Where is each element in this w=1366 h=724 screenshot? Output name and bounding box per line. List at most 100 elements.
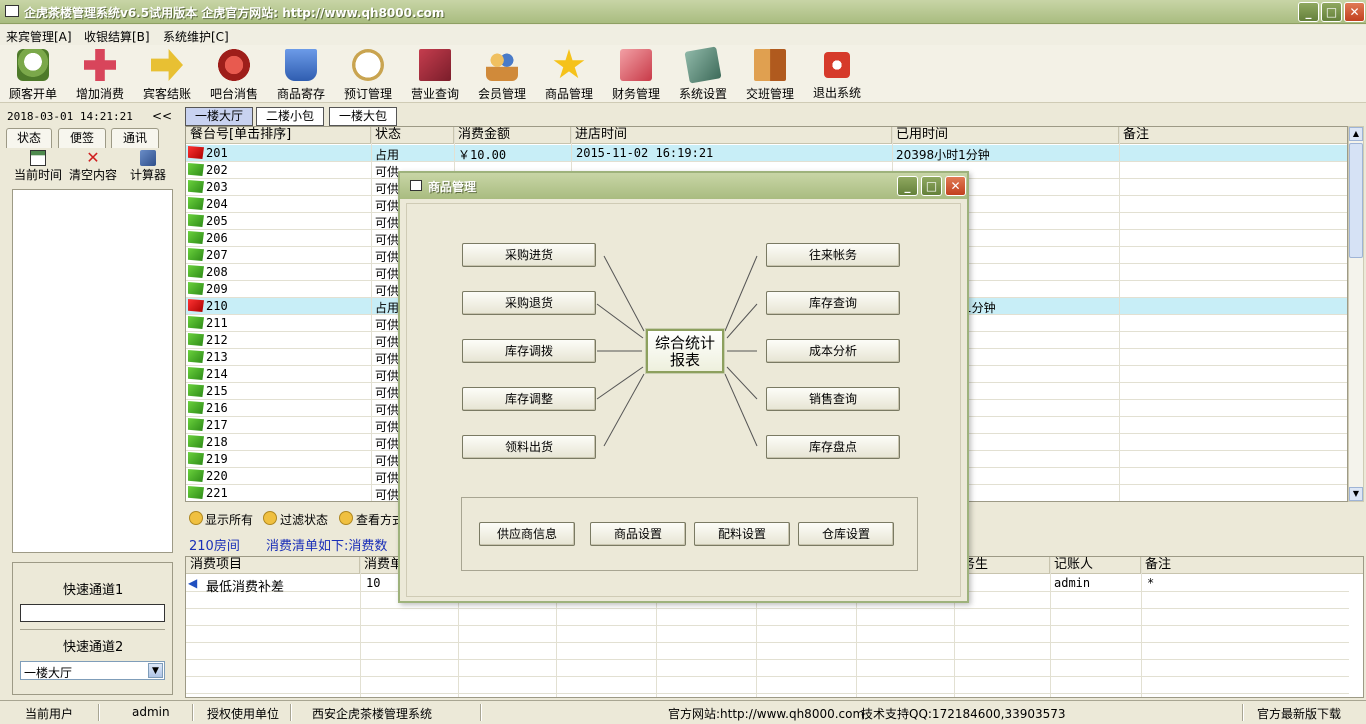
close-button[interactable]: ✕ — [1344, 2, 1365, 22]
table-status: 可供 — [375, 233, 400, 247]
arrow-icon — [151, 49, 183, 81]
window-titlebar[interactable]: 企虎茶楼管理系统v6.5试用版本 企虎官方网站: http://www.qh80… — [0, 0, 1366, 24]
table-status: 可供 — [375, 454, 400, 468]
column-divider — [1119, 127, 1120, 501]
minimize-button[interactable]: _ — [1298, 2, 1319, 22]
filter-icon — [263, 511, 277, 525]
toolbar-add-consumption[interactable]: 增加消费 — [69, 47, 131, 101]
toolbar-reservation[interactable]: 预订管理 — [337, 47, 399, 101]
stock-count-button[interactable]: 库存盘点 — [766, 435, 900, 459]
website-text[interactable]: 官方网站:http://www.qh8000.com — [668, 705, 864, 722]
dialog-maximize-button[interactable]: □ — [921, 176, 942, 196]
table-number: 205 — [206, 214, 228, 228]
quick2-select[interactable]: 一楼大厅 ▼ — [20, 661, 165, 680]
col-status[interactable]: 状态 — [371, 127, 454, 144]
stock-query-button[interactable]: 库存查询 — [766, 291, 900, 315]
tab-floor2-small[interactable]: 二楼小包 — [256, 107, 324, 126]
divider — [480, 704, 482, 721]
table-row[interactable]: 201 占用 ￥10.00 2015-11-02 16:19:21 20398小时1分钟 — [186, 145, 1347, 162]
grid-scrollbar[interactable]: ▲ ▼ — [1348, 126, 1364, 502]
toolbar-bar-sales[interactable]: 吧台消售 — [203, 47, 265, 101]
available-flag-icon — [188, 350, 204, 363]
goods-management-dialog: 商品管理 _ □ ✕ 采购进货 采购退货 库存调拨 库存调整 领料出货 往来帐务 — [398, 171, 969, 603]
available-flag-icon — [188, 163, 204, 176]
tab-contacts[interactable]: 通讯 — [111, 128, 159, 148]
menu-guest[interactable]: 来宾管理[A] — [6, 28, 72, 45]
toolbar-finance[interactable]: 财务管理 — [605, 47, 667, 101]
warehouse-settings-button[interactable]: 仓库设置 — [798, 522, 894, 546]
col-item[interactable]: 消费项目 — [186, 557, 360, 574]
quick2-value: 一楼大厅 — [24, 666, 73, 680]
scroll-thumb[interactable] — [1349, 143, 1363, 258]
goods-settings-button[interactable]: 商品设置 — [590, 522, 686, 546]
scroll-up-icon[interactable]: ▲ — [1349, 127, 1363, 141]
speaker-icon: ◀ — [188, 576, 198, 590]
table-checkin-time: 2015-11-02 16:19:21 — [576, 146, 714, 160]
item-name: 最低消费补差 — [206, 580, 285, 595]
tab-status[interactable]: 状态 — [6, 128, 52, 148]
clear-content-button[interactable]: ✕ 清空内容 — [67, 150, 119, 183]
dialog-titlebar[interactable]: 商品管理 _ □ ✕ — [400, 173, 967, 199]
chevron-down-icon[interactable]: ▼ — [148, 663, 163, 678]
tab-notes[interactable]: 便签 — [58, 128, 106, 148]
toolbar-goods-management[interactable]: 商品管理 — [538, 47, 600, 101]
stock-adjust-button[interactable]: 库存调整 — [462, 387, 596, 411]
occupied-flag-icon — [188, 299, 204, 312]
col-checkin-time[interactable]: 进店时间 — [571, 127, 892, 144]
scroll-down-icon[interactable]: ▼ — [1349, 487, 1363, 501]
col-used-time[interactable]: 已用时间 — [892, 127, 1119, 144]
handover-icon — [754, 49, 786, 81]
quick1-input[interactable] — [20, 604, 165, 622]
toolbar-guest-checkout[interactable]: 宾客结账 — [136, 47, 198, 101]
current-time-button[interactable]: 当前时间 — [12, 150, 64, 183]
tab-floor1-hall[interactable]: 一楼大厅 — [185, 107, 253, 126]
toolbar-goods-storage[interactable]: 商品寄存 — [270, 47, 332, 101]
user-label: 当前用户 — [25, 707, 74, 721]
ingredient-settings-button[interactable]: 配料设置 — [694, 522, 790, 546]
consumption-caption: 消费清单如下:消费数 — [266, 539, 388, 554]
material-out-button[interactable]: 领料出货 — [462, 435, 596, 459]
maximize-button[interactable]: □ — [1321, 2, 1342, 22]
purchase-return-button[interactable]: 采购退货 — [462, 291, 596, 315]
col-clerk[interactable]: 记账人 — [1050, 557, 1141, 574]
toolbar-business-query[interactable]: 营业查询 — [404, 47, 466, 101]
download-link[interactable]: 官方最新版下载 — [1257, 705, 1341, 722]
summary-report-button[interactable]: 综合统计 报表 — [646, 329, 724, 373]
user-value: admin — [132, 705, 170, 719]
filter-status-button[interactable]: 过滤状态 — [280, 511, 328, 528]
dialog-close-button[interactable]: ✕ — [945, 176, 966, 196]
show-all-button[interactable]: 显示所有 — [205, 511, 253, 528]
accounts-button[interactable]: 往来帐务 — [766, 243, 900, 267]
table-number: 210 — [206, 299, 228, 313]
menu-maintenance[interactable]: 系统维护[C] — [163, 28, 229, 45]
calculator-icon — [140, 150, 156, 166]
settings-icon — [684, 46, 722, 84]
cost-analysis-button[interactable]: 成本分析 — [766, 339, 900, 363]
supplier-info-button[interactable]: 供应商信息 — [479, 522, 575, 546]
toolbar-system-settings[interactable]: 系统设置 — [672, 46, 734, 101]
col-amount[interactable]: 消费金额 — [454, 127, 571, 144]
col-note[interactable]: 备注 — [1119, 127, 1347, 144]
column-divider — [371, 127, 372, 501]
item-note: * — [1147, 576, 1155, 590]
toolbar-open-order[interactable]: 顾客开单 — [2, 47, 64, 101]
notes-area[interactable] — [12, 189, 173, 553]
toolbar-shift-handover[interactable]: 交班管理 — [739, 47, 801, 101]
table-number: 209 — [206, 282, 228, 296]
collapse-button[interactable]: << — [152, 109, 172, 123]
available-flag-icon — [188, 486, 204, 499]
col-lower-note[interactable]: 备注 — [1141, 557, 1363, 574]
toolbar-members[interactable]: 会员管理 — [471, 47, 533, 101]
calculator-button[interactable]: 计算器 — [122, 150, 174, 183]
stock-transfer-button[interactable]: 库存调拨 — [462, 339, 596, 363]
dialog-minimize-button[interactable]: _ — [897, 176, 918, 196]
tab-floor1-large[interactable]: 一楼大包 — [329, 107, 397, 126]
dialog-title: 商品管理 — [428, 180, 477, 194]
purchase-in-button[interactable]: 采购进货 — [462, 243, 596, 267]
menu-checkout[interactable]: 收银结算[B] — [84, 28, 150, 45]
sales-query-button[interactable]: 销售查询 — [766, 387, 900, 411]
toolbar-exit[interactable]: 退出系统 — [806, 47, 868, 101]
col-table-no[interactable]: 餐台号[单击排序] — [186, 127, 371, 144]
unit-label: 授权使用单位 — [207, 707, 280, 721]
view-mode-button[interactable]: 查看方式 — [356, 511, 404, 528]
